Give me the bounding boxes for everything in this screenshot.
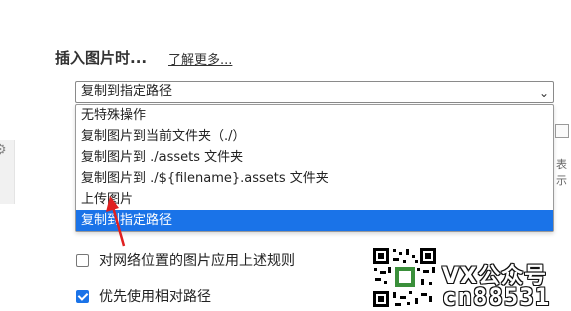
chevron-down-icon: ⌄ [538, 86, 549, 100]
option-copy-current-folder[interactable]: 复制图片到当前文件夹（./） [76, 126, 553, 147]
image-insert-select[interactable]: 复制到指定路径 ⌄ [75, 81, 554, 103]
prefer-relative-path-label: 优先使用相对路径 [99, 289, 211, 305]
apply-network-rule-checkbox[interactable] [76, 253, 89, 267]
option-copy-to-path[interactable]: 复制到指定路径 [76, 210, 553, 231]
apply-network-rule-label: 对网络位置的图片应用上述规则 [99, 253, 295, 269]
side-label: 表示 [556, 158, 567, 187]
qr-code-icon [371, 246, 438, 309]
apply-network-rule-row[interactable]: 对网络位置的图片应用上述规则 [76, 250, 295, 270]
learn-more-link[interactable]: 了解更多... [168, 49, 232, 68]
watermark-code: cn88531 [442, 283, 551, 311]
option-copy-filename-assets[interactable]: 复制图片到 ./${filename}.assets 文件夹 [76, 168, 553, 189]
option-copy-assets[interactable]: 复制图片到 ./assets 文件夹 [76, 147, 553, 168]
prefer-relative-path-checkbox[interactable] [76, 289, 89, 303]
option-no-action[interactable]: 无特殊操作 [76, 105, 553, 126]
option-upload-image[interactable]: 上传图片 [76, 189, 553, 210]
prefer-relative-path-row[interactable]: 优先使用相对路径 [76, 286, 211, 306]
image-insert-dropdown[interactable]: 无特殊操作 复制图片到当前文件夹（./） 复制图片到 ./assets 文件夹 … [75, 104, 554, 232]
side-checkbox[interactable] [555, 124, 569, 138]
gear-icon: ⚙ [0, 142, 7, 158]
select-value: 复制到指定路径 [81, 84, 173, 99]
left-panel-strip: ⚙ [0, 140, 15, 204]
section-title: 插入图片时... [55, 49, 148, 67]
